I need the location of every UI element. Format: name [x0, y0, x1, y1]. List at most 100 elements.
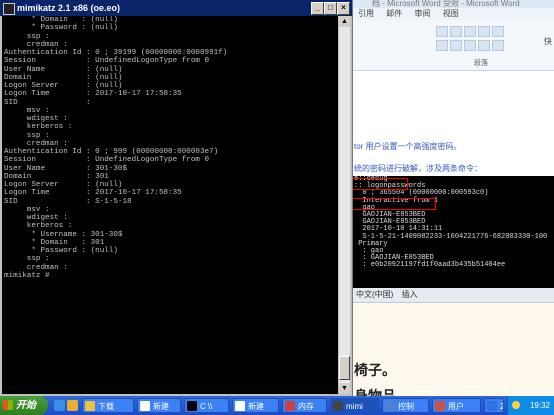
- console-line: Domain : (null): [4, 73, 123, 82]
- console-line: * Password : (null): [4, 247, 118, 255]
- numbering-icon[interactable]: [450, 26, 462, 37]
- taskbar-button-label: 下载: [98, 402, 114, 411]
- scroll-up-icon[interactable]: ▲: [339, 16, 350, 27]
- taskbar-button-label: 2 M: [500, 402, 503, 411]
- console-line: mimikatz #: [4, 271, 50, 280]
- console-line: credman :: [4, 263, 68, 272]
- taskbar-app-icon: [487, 401, 497, 411]
- console-line: Session : UndefinedLogonType from 0: [4, 156, 210, 165]
- align-center-icon[interactable]: [450, 40, 462, 51]
- console-scrollbar[interactable]: ▲ ▼: [339, 16, 350, 394]
- word-menubar: 引用 邮件 审阅 视图: [352, 8, 554, 20]
- word-ribbon: 快 段落: [352, 20, 554, 71]
- console-line: Logon Server : (null): [4, 82, 123, 90]
- word-lower-window: 中文(中国) 插入 椅子。 身物品。: [352, 288, 554, 405]
- console-line: Authentication Id : 0 ; 39199 (00000000:…: [4, 49, 228, 57]
- console-line: wdigest :: [4, 214, 68, 222]
- taskbar-app-icon: [385, 401, 395, 411]
- word-page[interactable]: 椅子。 身物品。: [352, 303, 554, 405]
- console-line: Logon Time : 2017-10-17 17:58:35: [4, 189, 182, 198]
- taskbar-app-icon: [235, 401, 245, 411]
- align-left-icon[interactable]: [436, 40, 448, 51]
- scroll-thumb[interactable]: [339, 356, 350, 380]
- console-line: ssp :: [4, 255, 50, 264]
- console-line: kerberos :: [4, 123, 73, 132]
- taskbar-button-label: mimi: [346, 402, 363, 411]
- doc-big-line-1: 椅子。: [354, 363, 396, 379]
- taskbar-button[interactable]: 下载: [82, 398, 134, 413]
- taskbar-app-icon: [285, 401, 295, 411]
- menu-mailings[interactable]: 邮件: [386, 9, 402, 18]
- taskbar-app-icon: [85, 401, 95, 411]
- justify-icon[interactable]: [478, 40, 490, 51]
- menu-references[interactable]: 引用: [358, 9, 374, 18]
- quick-styles-button[interactable]: 快: [544, 36, 552, 47]
- multilevel-icon[interactable]: [464, 26, 476, 37]
- taskbar-button[interactable]: C \\: [184, 398, 229, 413]
- console-line: User Name : (null): [4, 65, 123, 74]
- embedded-console-image: e::debug:: logonpasswords 0 ; 365504 (00…: [352, 175, 554, 288]
- taskbar-button-label: 用户: [448, 402, 464, 411]
- sort-icon[interactable]: [492, 26, 504, 37]
- console-line: wdigest :: [4, 115, 68, 123]
- console-title: mimikatz 2.1 x86 (oe.eo): [17, 3, 121, 13]
- ribbon-group-paragraph: 段落: [474, 60, 488, 67]
- status-insert-mode[interactable]: 插入: [402, 290, 418, 299]
- console-line: Logon Time : 2017-10-17 17:58:35: [4, 90, 182, 99]
- console-line: kerberos :: [4, 222, 73, 231]
- start-label: 开始: [16, 400, 36, 411]
- console-titlebar[interactable]: mimikatz 2.1 x86 (oe.eo) _ □ ×: [0, 0, 352, 16]
- console-line: ssp :: [4, 131, 50, 140]
- word-title: 档 - Microsoft Word 受限 - Microsoft Word: [352, 0, 554, 8]
- quicklaunch-ie-icon[interactable]: [54, 400, 65, 411]
- taskbar-button[interactable]: 用户: [432, 398, 481, 413]
- windows-flag-icon: [3, 400, 13, 410]
- start-button[interactable]: 开始: [0, 396, 48, 415]
- maximize-button[interactable]: □: [324, 2, 337, 15]
- console-line: Logon Server : (null): [4, 181, 123, 189]
- taskbar-button[interactable]: 新建: [232, 398, 279, 413]
- console-line: User Name : 301-30$: [4, 164, 128, 173]
- align-right-icon[interactable]: [464, 40, 476, 51]
- taskbar-button[interactable]: mimi: [330, 398, 379, 413]
- console-app-icon[interactable]: [3, 3, 15, 15]
- console-line: * Domain : (null): [4, 16, 118, 24]
- highlight-debug-box: [352, 178, 408, 190]
- console-line: Authentication Id : 0 ; 999 (00000000:00…: [4, 148, 219, 156]
- console-line: msv :: [4, 205, 50, 214]
- line-spacing-icon[interactable]: [492, 40, 504, 51]
- taskbar-button[interactable]: 新建: [137, 398, 181, 413]
- menu-review[interactable]: 审阅: [414, 9, 430, 18]
- taskbar-button-label: 新建: [153, 402, 169, 411]
- bullets-icon[interactable]: [436, 26, 448, 37]
- taskbar-app-icon: [140, 401, 150, 411]
- taskbar-button[interactable]: 2 M: [484, 398, 504, 413]
- console-line: credman :: [4, 40, 68, 49]
- taskbar-button[interactable]: 控制: [382, 398, 429, 413]
- doc-line-1: tor 用户设置一个高强度密码。: [354, 142, 462, 151]
- scroll-down-icon[interactable]: ▼: [339, 383, 350, 394]
- console-line: credman :: [4, 139, 68, 148]
- mimikatz-console-window: mimikatz 2.1 x86 (oe.eo) _ □ × * Domain …: [0, 0, 353, 396]
- close-button[interactable]: ×: [337, 2, 350, 15]
- quicklaunch-folder-icon[interactable]: [67, 400, 78, 411]
- menu-view[interactable]: 视图: [443, 9, 459, 18]
- taskbar-button-label: 控制: [398, 402, 414, 411]
- console-line: * Username : 301-30$: [4, 230, 123, 239]
- indent-icon[interactable]: [478, 26, 490, 37]
- console-line: msv :: [4, 106, 50, 115]
- taskbar-button-label: C \\: [200, 402, 213, 411]
- status-language[interactable]: 中文(中国): [356, 290, 393, 299]
- system-tray: 19:32: [507, 396, 554, 415]
- highlight-logonpasswords-box: [352, 198, 436, 210]
- tray-volume-icon[interactable]: [512, 401, 520, 409]
- taskbar: 开始 下载 新建 C \\ 新建 内存 mimi 控制 用户 2 M 19:32: [0, 396, 554, 415]
- taskbar-button[interactable]: 内存: [282, 398, 327, 413]
- console-output[interactable]: * Domain : (null) * Password : (null) ss…: [2, 16, 338, 394]
- embedded-console-line: : e0b20921197fd1f0aad3b435b51404ee: [354, 261, 506, 270]
- console-line: Session : UndefinedLogonType from 0: [4, 57, 210, 66]
- taskbar-app-icon: [435, 401, 445, 411]
- doc-line-2: 统的密码进行破解，涉及两条命令：: [354, 164, 482, 173]
- minimize-button[interactable]: _: [311, 2, 324, 15]
- taskbar-app-icon: [187, 401, 197, 411]
